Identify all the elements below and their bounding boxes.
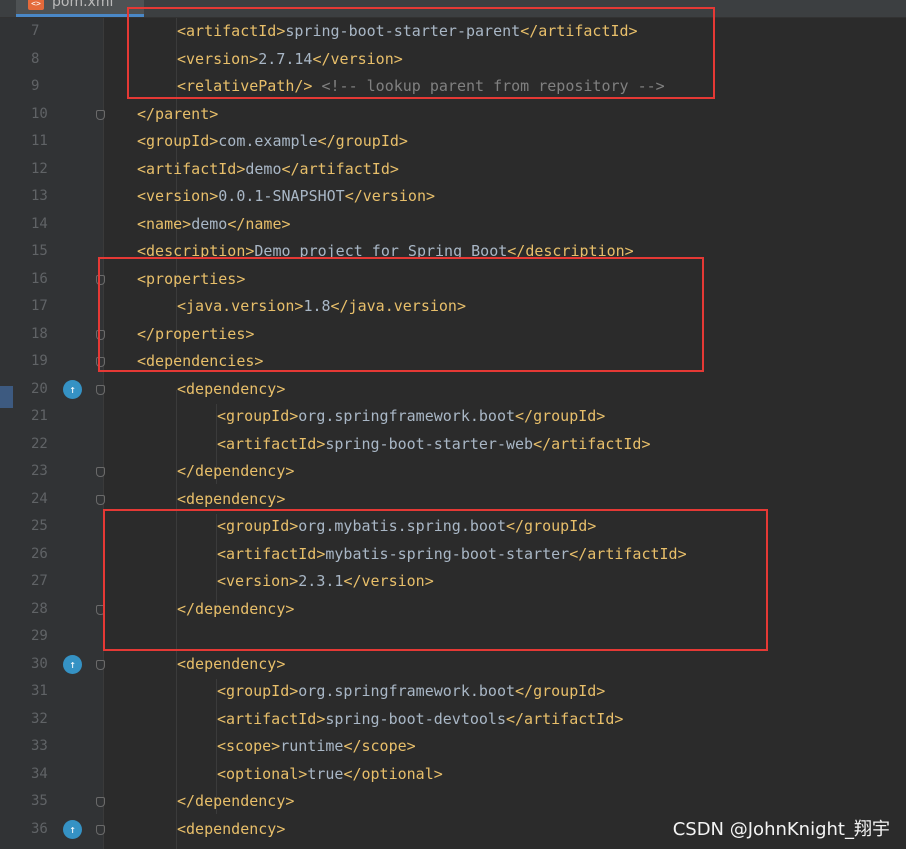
xml-tag: <dependency> — [177, 819, 286, 838]
xml-text: spring-boot-starter-web — [325, 434, 534, 453]
xml-text: com.example — [218, 132, 318, 150]
line-number: 30 — [31, 655, 48, 672]
line-number: 15 — [31, 243, 48, 259]
code-line: <scope>runtime</scope> — [217, 733, 906, 761]
xml-text: 0.0.1-SNAPSHOT — [218, 187, 345, 205]
xml-text: runtime — [280, 737, 344, 755]
line-number: 33 — [31, 738, 48, 754]
xml-tag: <optional> — [217, 764, 308, 783]
code-line: <optional>true</optional> — [217, 761, 906, 789]
code-line: </dependency> — [177, 458, 906, 486]
line-number: 27 — [31, 573, 48, 589]
code-line: <artifactId>spring-boot-starter-web</art… — [217, 431, 906, 459]
xml-tag: </dependency> — [177, 792, 295, 810]
line-number: 34 — [31, 765, 48, 782]
xml-text: true — [307, 764, 344, 783]
line-number: 12 — [31, 160, 48, 177]
code-line: <groupId>org.springframework.boot</group… — [217, 403, 906, 431]
xml-tag: <groupId> — [217, 407, 299, 425]
line-number: 29 — [31, 628, 48, 644]
code-line: <groupId>com.example</groupId> — [137, 128, 906, 156]
tab-label: pom.xml — [52, 0, 114, 10]
xml-tag: </groupId> — [515, 682, 606, 700]
xml-text: org.springframework.boot — [298, 407, 516, 425]
line-number: 17 — [31, 298, 48, 314]
xml-tag: <groupId> — [137, 132, 219, 150]
code-line: <name>demo</name> — [137, 211, 906, 239]
xml-tag: <dependency> — [177, 654, 286, 673]
line-number: 35 — [31, 793, 48, 809]
xml-tag: </artifactId> — [281, 159, 399, 178]
xml-tag: <dependency> — [177, 379, 286, 398]
line-number: 20 — [31, 380, 48, 397]
tool-strip-marker[interactable] — [0, 386, 13, 408]
xml-tag: </dependency> — [177, 462, 295, 480]
line-number: 32 — [31, 710, 48, 727]
xml-text: spring-boot-devtools — [325, 709, 506, 728]
xml-tag: </scope> — [343, 737, 416, 755]
line-number: 23 — [31, 463, 48, 479]
left-tool-strip — [0, 18, 13, 849]
tab-pom-xml[interactable]: <> pom.xml — [16, 0, 144, 17]
line-number: 31 — [31, 683, 48, 699]
navigate-dependency-icon[interactable]: ↑ — [63, 819, 82, 839]
xml-text: demo — [191, 214, 228, 233]
xml-tag: </version> — [344, 187, 436, 205]
xml-tag: <artifactId> — [217, 434, 326, 453]
line-number: 25 — [31, 518, 48, 534]
line-number: 22 — [31, 435, 48, 452]
line-number: 18 — [31, 325, 48, 342]
xml-tag: <artifactId> — [217, 709, 326, 728]
highlight-box-properties — [98, 257, 704, 372]
code-line: <artifactId>spring-boot-devtools</artifa… — [217, 706, 906, 734]
line-number: 21 — [31, 408, 48, 424]
code-line: <dependency> — [177, 651, 906, 679]
xml-tag: </parent> — [137, 104, 219, 123]
highlight-box-parent — [127, 7, 715, 99]
navigate-dependency-icon[interactable]: ↑ — [63, 654, 82, 674]
xml-tag: <name> — [137, 214, 192, 233]
line-number: 19 — [31, 353, 48, 369]
code-line: <dependency> — [177, 376, 906, 404]
xml-text: org.springframework.boot — [298, 682, 516, 700]
line-number: 8 — [31, 50, 40, 67]
line-number: 14 — [31, 215, 48, 232]
xml-file-icon: <> — [28, 0, 44, 10]
watermark: CSDN @JohnKnight_翔宇 — [672, 819, 890, 840]
line-number: 28 — [31, 600, 48, 617]
xml-text: demo — [245, 159, 282, 178]
xml-tag: </artifactId> — [506, 709, 624, 728]
line-number: 7 — [31, 23, 40, 39]
line-number: 13 — [31, 188, 48, 204]
code-line: <version>0.0.1-SNAPSHOT</version> — [137, 183, 906, 211]
xml-tag: <artifactId> — [137, 159, 246, 178]
line-number: 11 — [31, 133, 48, 149]
xml-tag: <scope> — [217, 737, 281, 755]
code-line: <groupId>org.springframework.boot</group… — [217, 678, 906, 706]
line-number: 9 — [31, 78, 40, 94]
xml-tag: </groupId> — [515, 407, 606, 425]
line-number: 36 — [31, 820, 48, 837]
xml-tag: <version> — [137, 187, 219, 205]
xml-tag: <dependency> — [177, 489, 286, 508]
code-editor[interactable]: <artifactId>spring-boot-starter-parent</… — [104, 18, 906, 849]
line-number: 24 — [31, 490, 48, 507]
line-number: 16 — [31, 270, 48, 287]
line-number-gutter: 7 8 9 10 11 12 13 14 15 16 17 18 19 20 ↑ 21 22 23 24 25 26 27… — [13, 18, 105, 849]
navigate-dependency-icon[interactable]: ↑ — [63, 379, 82, 399]
xml-tag: <groupId> — [217, 682, 299, 700]
line-number: 10 — [31, 105, 48, 122]
code-line: <artifactId>demo</artifactId> — [137, 156, 906, 184]
xml-tag: </optional> — [343, 764, 443, 783]
xml-tag: </groupId> — [317, 132, 408, 150]
highlight-box-mybatis — [103, 509, 768, 651]
code-line: </parent> — [137, 101, 906, 129]
xml-tag: </artifactId> — [533, 434, 651, 453]
xml-tag: </name> — [227, 214, 291, 233]
line-number: 26 — [31, 545, 48, 562]
code-line: </dependency> — [177, 788, 906, 816]
